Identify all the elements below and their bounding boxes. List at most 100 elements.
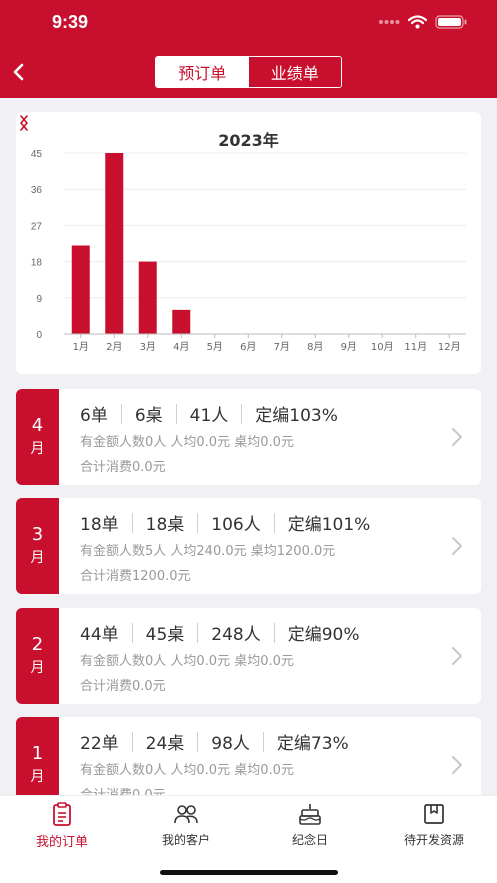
x-tick-label: 7月 — [274, 341, 290, 353]
month-stats: 22单 24桌 98人 定编73% — [80, 729, 349, 754]
back-arrow-icon[interactable] — [10, 60, 30, 84]
chevron-right-icon — [452, 647, 462, 665]
x-tick-label: 5月 — [207, 341, 223, 353]
bar-1月 — [71, 245, 90, 334]
amount-summary: 有金额人数0人 人均0.0元 桌均0.0元 — [80, 435, 294, 450]
month-tag: 3 月 — [16, 498, 59, 594]
app-header: 9:39 预订单 业绩单 — [0, 0, 497, 98]
next-year-icon[interactable] — [16, 112, 32, 134]
month-stats: 44单 45桌 248人 定编90% — [80, 620, 360, 645]
month-stats: 18单 18桌 106人 定编101% — [80, 510, 370, 535]
order-count: 44单 — [80, 625, 119, 645]
month-card-april[interactable]: 4 月 6单 6桌 41人 定编103% 有金额人数0人 人均0.0元 桌均0.… — [16, 389, 481, 485]
y-tick-label: 0 — [36, 330, 42, 341]
total-consumption: 合计消费1200.0元 — [80, 569, 191, 584]
status-time: 9:39 — [52, 12, 89, 32]
month-unit: 月 — [30, 769, 45, 785]
x-tick-label: 4月 — [173, 341, 189, 353]
tab-label: 待开发资源 — [403, 833, 464, 847]
table-count: 45桌 — [145, 625, 185, 645]
total-consumption: 合计消费0.0元 — [80, 679, 166, 694]
month-stats: 6单 6桌 41人 定编103% — [80, 401, 338, 426]
x-tick-label: 1月 — [73, 341, 89, 353]
x-tick-label: 12月 — [438, 341, 461, 353]
tab-my-customers[interactable]: 我的客户 — [124, 802, 248, 852]
amount-summary: 有金额人数0人 人均0.0元 桌均0.0元 — [80, 654, 294, 669]
order-count: 18单 — [80, 515, 119, 535]
monthly-chart-card: 0 9 18 27 36 45 1月 2月 3月 4月 5月 6月 7月 8月 9月 10月 11月 12月 20… — [16, 112, 481, 374]
y-tick-label: 36 — [31, 185, 43, 196]
bar-3月 — [138, 261, 157, 334]
table-count: 24桌 — [145, 734, 185, 754]
stat-divider — [262, 731, 264, 752]
tab-pending-resources[interactable]: 待开发资源 — [372, 802, 496, 852]
monthly-bar-chart: 09182736451月 2月 3月 4月 5月 6月 7月 8月 9月 10月 11月 12月 — [31, 149, 466, 353]
stat-divider — [131, 731, 133, 752]
x-tick-label: 9月 — [341, 341, 357, 353]
guest-count: 41人 — [189, 406, 229, 426]
quota-rate: 定编73% — [276, 734, 349, 754]
stat-divider — [120, 403, 122, 424]
stat-divider — [273, 622, 275, 643]
chevron-right-icon — [452, 756, 462, 774]
x-tick-label: 2月 — [106, 341, 122, 353]
month-unit: 月 — [30, 550, 45, 566]
month-number: 2 — [31, 634, 44, 655]
clipboard-icon — [53, 802, 71, 826]
month-unit: 月 — [30, 660, 45, 676]
stat-divider — [197, 731, 199, 752]
tab-my-orders[interactable]: 我的订单 — [0, 802, 124, 852]
guest-count: 106人 — [211, 515, 261, 535]
amount-summary: 有金额人数5人 人均240.0元 桌均1200.0元 — [80, 544, 336, 559]
stat-divider — [131, 622, 133, 643]
home-indicator — [160, 870, 338, 875]
stat-divider — [241, 403, 243, 424]
bar-4月 — [172, 309, 191, 334]
users-icon — [174, 805, 198, 824]
order-count: 6单 — [80, 406, 108, 426]
tab-anniversary[interactable]: 纪念日 — [248, 802, 372, 852]
status-bar: 9:39 — [0, 0, 497, 46]
tab-label: 我的订单 — [35, 835, 88, 850]
table-count: 6桌 — [134, 406, 163, 426]
status-icons — [378, 15, 467, 29]
guest-count: 248人 — [211, 625, 261, 645]
month-number: 1 — [31, 743, 44, 764]
stat-divider — [131, 512, 133, 533]
table-count: 18桌 — [145, 515, 185, 535]
battery-icon — [435, 15, 467, 29]
tab-performance[interactable]: 业绩单 — [248, 57, 341, 87]
order-count: 22单 — [80, 734, 119, 754]
tab-label: 我的客户 — [161, 833, 210, 847]
month-number: 3 — [31, 524, 44, 545]
tab-label: 纪念日 — [291, 833, 328, 847]
order-type-segmented-control: 预订单 业绩单 — [155, 56, 342, 88]
guest-count: 98人 — [211, 734, 250, 754]
tab-pre-orders[interactable]: 预订单 — [156, 57, 249, 87]
y-tick-label: 27 — [31, 221, 43, 232]
wifi-icon — [408, 15, 427, 29]
month-card-february[interactable]: 2 月 44单 45桌 248人 定编90% 有金额人数0人 人均0.0元 桌均… — [16, 608, 481, 704]
month-card-march[interactable]: 3 月 18单 18桌 106人 定编101% 有金额人数5人 人均240.0元… — [16, 498, 481, 594]
y-tick-label: 18 — [31, 258, 43, 269]
x-tick-label: 3月 — [140, 341, 156, 353]
quota-rate: 定编103% — [255, 406, 338, 426]
chart-year-title: 2023年 — [218, 131, 279, 150]
quota-rate: 定编101% — [287, 515, 371, 535]
chevron-right-icon — [452, 428, 462, 446]
stat-divider — [175, 403, 177, 424]
bar-2月 — [105, 153, 124, 334]
x-tick-label: 6月 — [240, 341, 256, 353]
month-number: 4 — [31, 415, 44, 436]
box-icon — [424, 804, 444, 824]
amount-summary: 有金额人数0人 人均0.0元 桌均0.0元 — [80, 763, 294, 778]
total-consumption: 合计消费0.0元 — [80, 460, 166, 475]
x-tick-label: 11月 — [404, 341, 427, 353]
stat-divider — [273, 512, 275, 533]
month-tag: 4 月 — [16, 389, 59, 485]
month-unit: 月 — [30, 441, 45, 457]
y-tick-label: 9 — [36, 294, 42, 305]
month-tag: 2 月 — [16, 608, 59, 704]
cake-icon — [299, 804, 321, 825]
stat-divider — [197, 512, 199, 533]
